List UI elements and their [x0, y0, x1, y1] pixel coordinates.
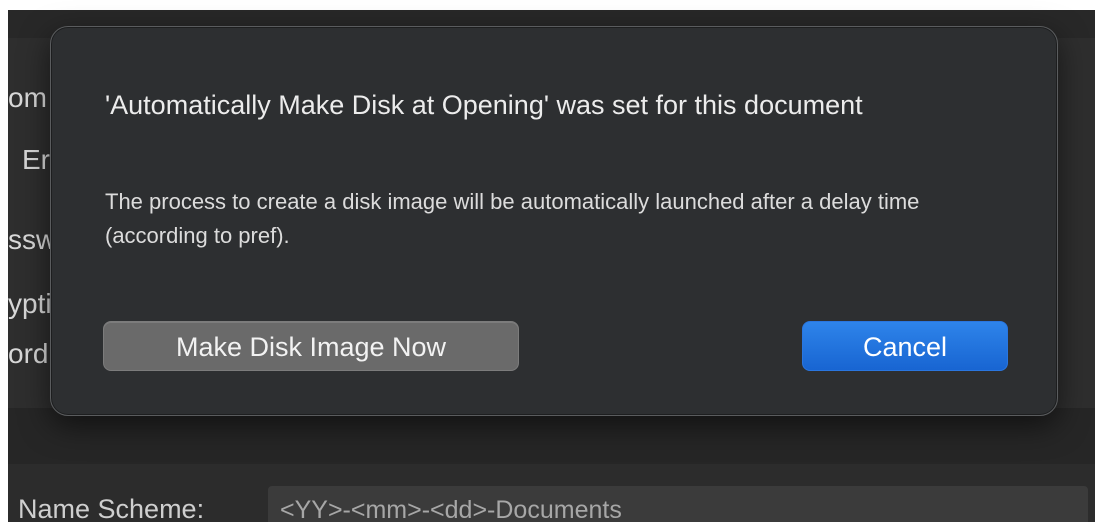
make-disk-image-now-button[interactable]: Make Disk Image Now [103, 321, 519, 371]
cancel-button[interactable]: Cancel [802, 321, 1008, 371]
name-scheme-value: <YY>-<mm>-<dd>-Documents [280, 496, 622, 522]
left-edge [0, 0, 8, 522]
screen: om Er ssw ypti ord Name Scheme: <YY>-<mm… [0, 0, 1095, 522]
name-scheme-field[interactable]: <YY>-<mm>-<dd>-Documents [268, 486, 1088, 522]
dialog-message: The process to create a disk image will … [105, 189, 920, 248]
background-label: ssw [8, 224, 57, 255]
background-label: om [8, 82, 47, 113]
background-row [8, 408, 1095, 464]
background-label: ypti [8, 288, 52, 319]
background-label: ord [8, 338, 49, 369]
name-scheme-label: Name Scheme: [18, 494, 205, 522]
top-edge [0, 0, 1095, 10]
background-label: Er [22, 144, 50, 175]
dialog-title: 'Automatically Make Disk at Opening' was… [105, 90, 863, 120]
alert-dialog: 'Automatically Make Disk at Opening' was… [50, 26, 1058, 416]
